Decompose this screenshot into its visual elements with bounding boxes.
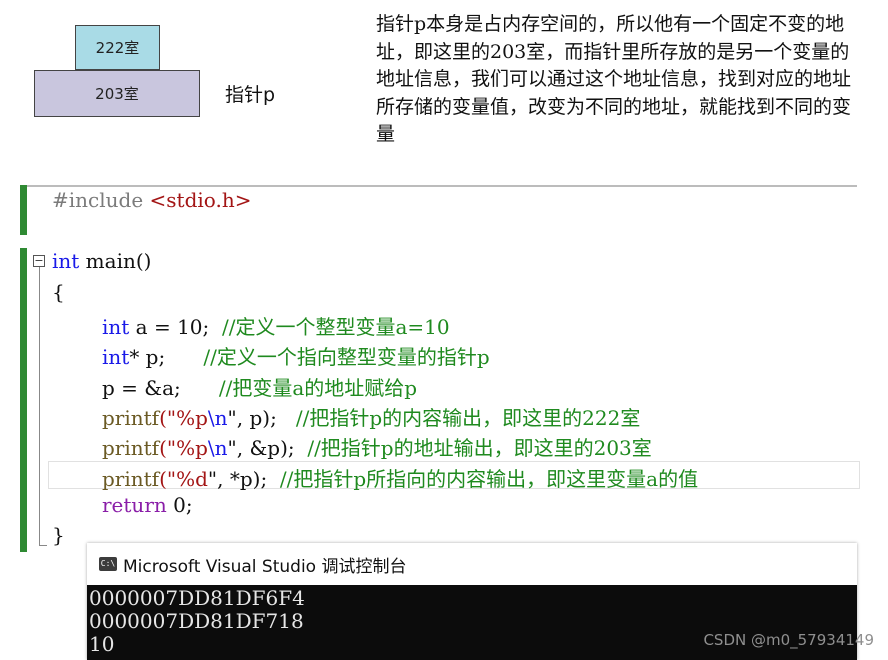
watermark-text: CSDN @m0_57934149 xyxy=(703,631,874,649)
code-text: a = 10; xyxy=(129,315,222,339)
code-text: 0; xyxy=(166,493,193,517)
code-line-printf-deref-p[interactable]: printf("%d", *p); //把指针p所指向的内容输出，即这里变量a的… xyxy=(102,463,698,492)
room-203-label: 203室 xyxy=(95,85,139,103)
code-text: p = &a; xyxy=(102,376,219,400)
function-name: printf xyxy=(102,406,160,430)
escape-sequence: \n xyxy=(207,406,228,430)
room-203-box: 203室 xyxy=(34,70,200,117)
console-output-line: 10 xyxy=(89,632,115,656)
console-app-icon: C:\ xyxy=(99,557,117,571)
format-specifier: %d xyxy=(176,467,208,491)
console-output-line: 0000007DD81DF6F4 xyxy=(89,586,305,610)
code-line-close-brace[interactable]: } xyxy=(52,523,65,547)
code-comment: //把指针p的内容输出，即这里的222室 xyxy=(295,406,641,430)
fold-guide-line xyxy=(39,267,40,546)
code-text: ", &p); xyxy=(227,436,308,460)
fold-guide-end xyxy=(39,545,47,546)
pointer-label: 指针p xyxy=(225,84,276,106)
keyword-int: int xyxy=(102,345,130,369)
code-line-open-brace[interactable]: { xyxy=(52,280,65,304)
change-indicator-bar xyxy=(20,185,27,235)
editor-top-divider xyxy=(20,185,857,187)
function-name: printf xyxy=(102,467,160,491)
include-header: <stdio.h> xyxy=(149,188,252,212)
code-line-declare-a[interactable]: int a = 10; //定义一个整型变量a=10 xyxy=(102,311,450,340)
collapse-glyph: − xyxy=(34,254,44,267)
code-comment: //定义一个指向整型变量的指针p xyxy=(203,345,490,369)
console-title: Microsoft Visual Studio 调试控制台 xyxy=(123,556,407,577)
console-title-bar[interactable]: C:\ Microsoft Visual Studio 调试控制台 xyxy=(87,543,857,585)
room-222-label: 222室 xyxy=(95,39,140,57)
console-output-line: 0000007DD81DF718 xyxy=(89,609,304,633)
keyword-int: int xyxy=(52,249,80,273)
code-comment: //把指针p所指向的内容输出，即这里变量a的值 xyxy=(279,467,699,491)
code-comment: //把变量a的地址赋给p xyxy=(218,376,418,400)
code-line-printf-addr-p[interactable]: printf("%p\n", &p); //把指针p的地址输出，即这里的203室 xyxy=(102,432,652,461)
keyword-return: return xyxy=(102,493,167,517)
room-222-box: 222室 xyxy=(75,25,160,70)
format-specifier: %p xyxy=(176,436,208,460)
string-open: (" xyxy=(159,467,177,491)
code-text: ", *p); xyxy=(207,467,280,491)
code-text: ", p); xyxy=(227,406,296,430)
collapse-icon[interactable]: − xyxy=(33,255,45,267)
code-line-return[interactable]: return 0; xyxy=(102,493,193,517)
code-comment: //定义一个整型变量a=10 xyxy=(221,315,450,339)
preprocessor-directive: #include xyxy=(52,188,144,212)
main-signature: main() xyxy=(79,249,152,273)
code-line-include[interactable]: #include <stdio.h> xyxy=(52,188,251,212)
change-indicator-bar xyxy=(20,248,27,552)
code-line-printf-p[interactable]: printf("%p\n", p); //把指针p的内容输出，即这里的222室 xyxy=(102,402,640,431)
code-line-main[interactable]: int main() xyxy=(52,249,151,273)
code-text: * p; xyxy=(129,345,204,369)
escape-sequence: \n xyxy=(207,436,228,460)
code-line-assign-p[interactable]: p = &a; //把变量a的地址赋给p xyxy=(102,372,417,401)
code-line-declare-p[interactable]: int* p; //定义一个指向整型变量的指针p xyxy=(102,341,490,370)
format-specifier: %p xyxy=(176,406,208,430)
string-open: (" xyxy=(159,406,177,430)
string-open: (" xyxy=(159,436,177,460)
explanation-text: 指针p本身是占内存空间的，所以他有一个固定不变的地址，即这里的203室，而指针里… xyxy=(376,13,852,145)
code-comment: //把指针p的地址输出，即这里的203室 xyxy=(307,436,652,460)
keyword-int: int xyxy=(102,315,130,339)
function-name: printf xyxy=(102,436,160,460)
